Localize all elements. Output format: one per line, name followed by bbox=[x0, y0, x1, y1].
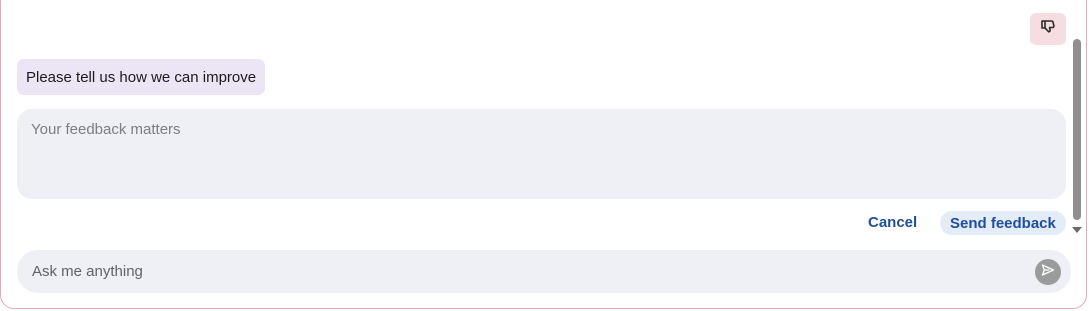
scrollbar-thumb[interactable] bbox=[1073, 39, 1081, 220]
chat-input[interactable] bbox=[17, 250, 1017, 293]
feedback-prompt-bubble: Please tell us how we can improve bbox=[17, 59, 266, 95]
send-arrow-icon bbox=[1041, 263, 1055, 282]
scrollbar[interactable] bbox=[1070, 30, 1084, 238]
feedback-prompt-text: Please tell us how we can improve bbox=[26, 68, 257, 86]
feedback-textarea[interactable] bbox=[17, 109, 1066, 199]
thumbs-down-button[interactable] bbox=[1030, 13, 1066, 45]
scroll-down-arrow-icon[interactable] bbox=[1072, 227, 1082, 233]
send-message-button[interactable] bbox=[1035, 259, 1061, 285]
cancel-button[interactable]: Cancel bbox=[858, 210, 927, 234]
chat-input-container bbox=[17, 250, 1071, 293]
send-feedback-button[interactable]: Send feedback bbox=[940, 211, 1066, 235]
thumbs-down-icon bbox=[1040, 19, 1056, 40]
feedback-textarea-container bbox=[17, 109, 1066, 199]
